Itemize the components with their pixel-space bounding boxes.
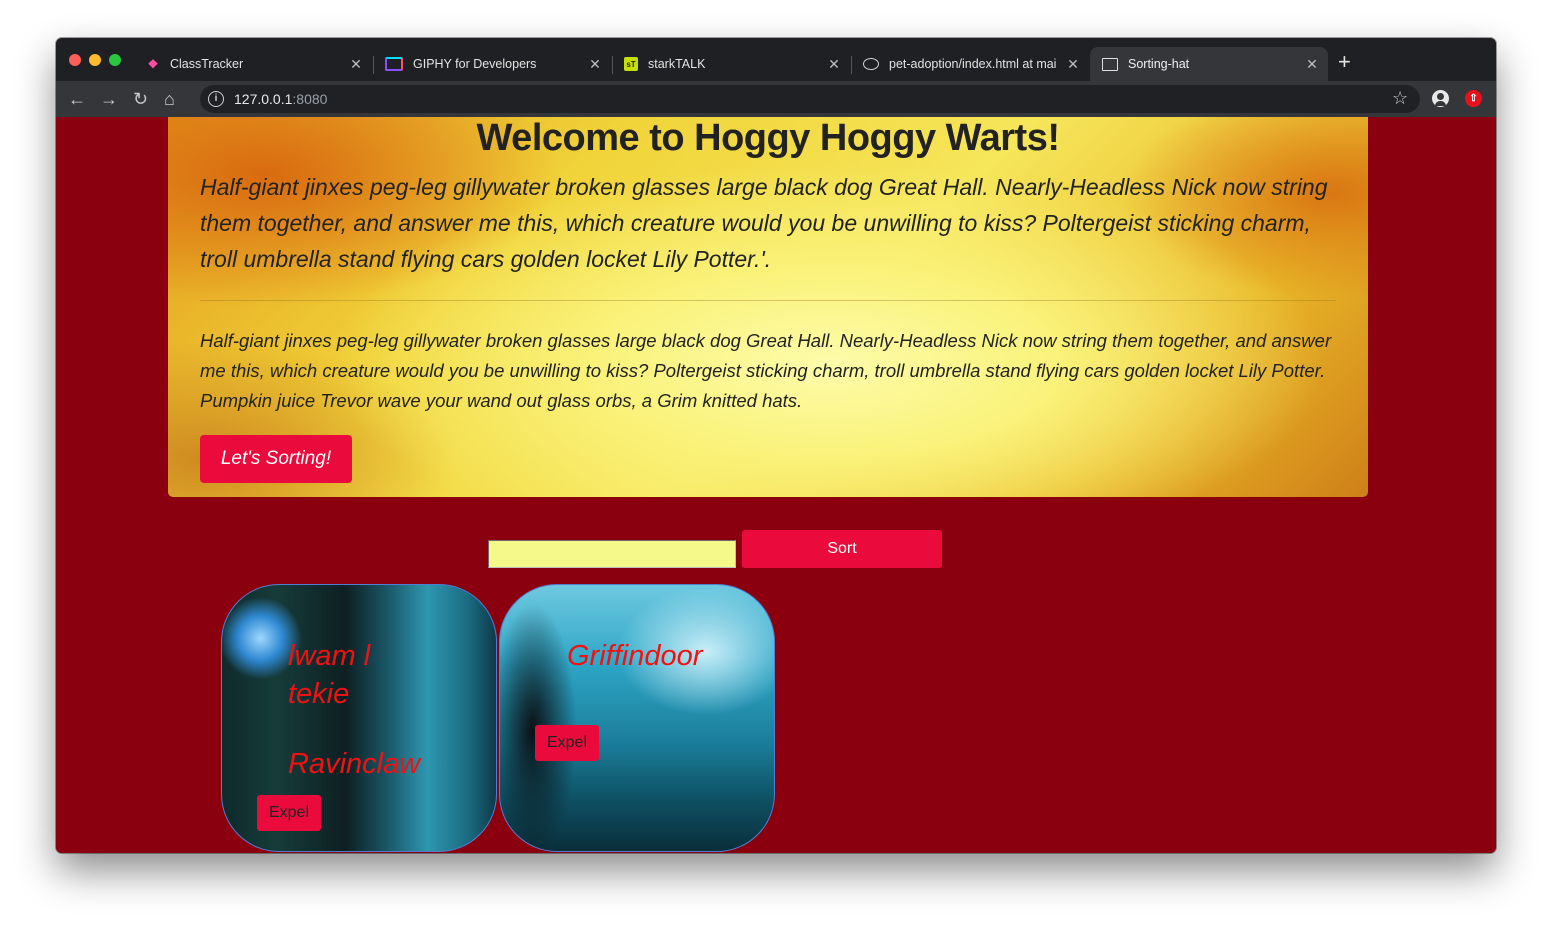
giphy-icon xyxy=(385,57,403,71)
browser-window: ❖ ClassTracker ✕ GIPHY for Developers ✕ … xyxy=(56,38,1496,853)
extension-update-icon[interactable]: ⇧ xyxy=(1465,90,1482,107)
forward-arrow-icon[interactable]: → xyxy=(100,89,118,109)
minimize-window-button[interactable] xyxy=(89,54,101,66)
tab-title: starkTALK xyxy=(648,57,706,71)
student-card: Griffindoor Expel xyxy=(499,584,775,852)
divider xyxy=(200,300,1336,301)
close-tab-icon[interactable]: ✕ xyxy=(1061,56,1085,73)
address-port: :8080 xyxy=(292,91,328,107)
page-title: Welcome to Hoggy Hoggy Warts! xyxy=(476,117,1060,159)
body-paragraph: Half-giant jinxes peg-leg gillywater bro… xyxy=(200,330,1332,411)
tab-bar: ❖ ClassTracker ✕ GIPHY for Developers ✕ … xyxy=(56,38,1496,81)
new-tab-icon[interactable]: + xyxy=(1338,51,1351,73)
browser-toolbar: ← → ↻ ⌂ i 127.0.0.1:8080 ☆ ⇧ xyxy=(56,81,1496,117)
address-bar[interactable]: i 127.0.0.1:8080 xyxy=(200,85,1420,113)
student-card: lwam l tekie Ravinclaw Expel xyxy=(221,584,497,852)
tab-github[interactable]: pet-adoption/index.html at mai ✕ xyxy=(851,47,1089,81)
document-icon xyxy=(1102,57,1118,71)
tab-giphy[interactable]: GIPHY for Developers ✕ xyxy=(373,47,611,81)
profile-avatar-icon[interactable] xyxy=(1432,90,1449,107)
tab-sorting-hat[interactable]: Sorting-hat ✕ xyxy=(1090,47,1328,81)
close-tab-icon[interactable]: ✕ xyxy=(822,56,846,73)
back-arrow-icon[interactable]: ← xyxy=(68,89,86,109)
expel-button[interactable]: Expel xyxy=(257,795,321,831)
tab-classtracker[interactable]: ❖ ClassTracker ✕ xyxy=(134,47,372,81)
tab-title: pet-adoption/index.html at mai xyxy=(889,57,1057,71)
student-name: lwam l tekie xyxy=(288,640,371,710)
close-tab-icon[interactable]: ✕ xyxy=(583,56,607,73)
tab-title: Sorting-hat xyxy=(1128,57,1190,71)
github-icon xyxy=(863,58,879,70)
jumbotron: Welcome to Hoggy Hoggy Warts! Half-giant… xyxy=(168,117,1368,497)
info-icon[interactable]: i xyxy=(208,91,224,107)
close-tab-icon[interactable]: ✕ xyxy=(1300,56,1324,73)
address-host: 127.0.0.1 xyxy=(234,91,293,107)
expel-button[interactable]: Expel xyxy=(535,725,599,761)
tab-title: GIPHY for Developers xyxy=(413,57,537,71)
lets-sorting-button[interactable]: Let's Sorting! xyxy=(200,435,352,483)
close-window-button[interactable] xyxy=(69,54,81,66)
student-name-input[interactable] xyxy=(488,540,736,568)
home-icon[interactable]: ⌂ xyxy=(164,89,175,109)
tab-title: ClassTracker xyxy=(170,57,244,71)
student-house: Griffindoor xyxy=(567,640,703,672)
page-viewport: Welcome to Hoggy Hoggy Warts! Half-giant… xyxy=(56,117,1496,853)
starktalk-icon: sT xyxy=(624,57,638,71)
flamingo-icon: ❖ xyxy=(147,57,159,71)
reload-icon[interactable]: ↻ xyxy=(133,89,148,109)
student-house: Ravinclaw xyxy=(288,748,421,780)
close-tab-icon[interactable]: ✕ xyxy=(344,56,368,73)
bookmark-star-icon[interactable]: ☆ xyxy=(1392,88,1408,109)
lead-paragraph: Half-giant jinxes peg-leg gillywater bro… xyxy=(200,174,1328,272)
sort-button[interactable]: Sort xyxy=(742,530,942,568)
maximize-window-button[interactable] xyxy=(109,54,121,66)
tab-starktalk[interactable]: sT starkTALK ✕ xyxy=(612,47,850,81)
